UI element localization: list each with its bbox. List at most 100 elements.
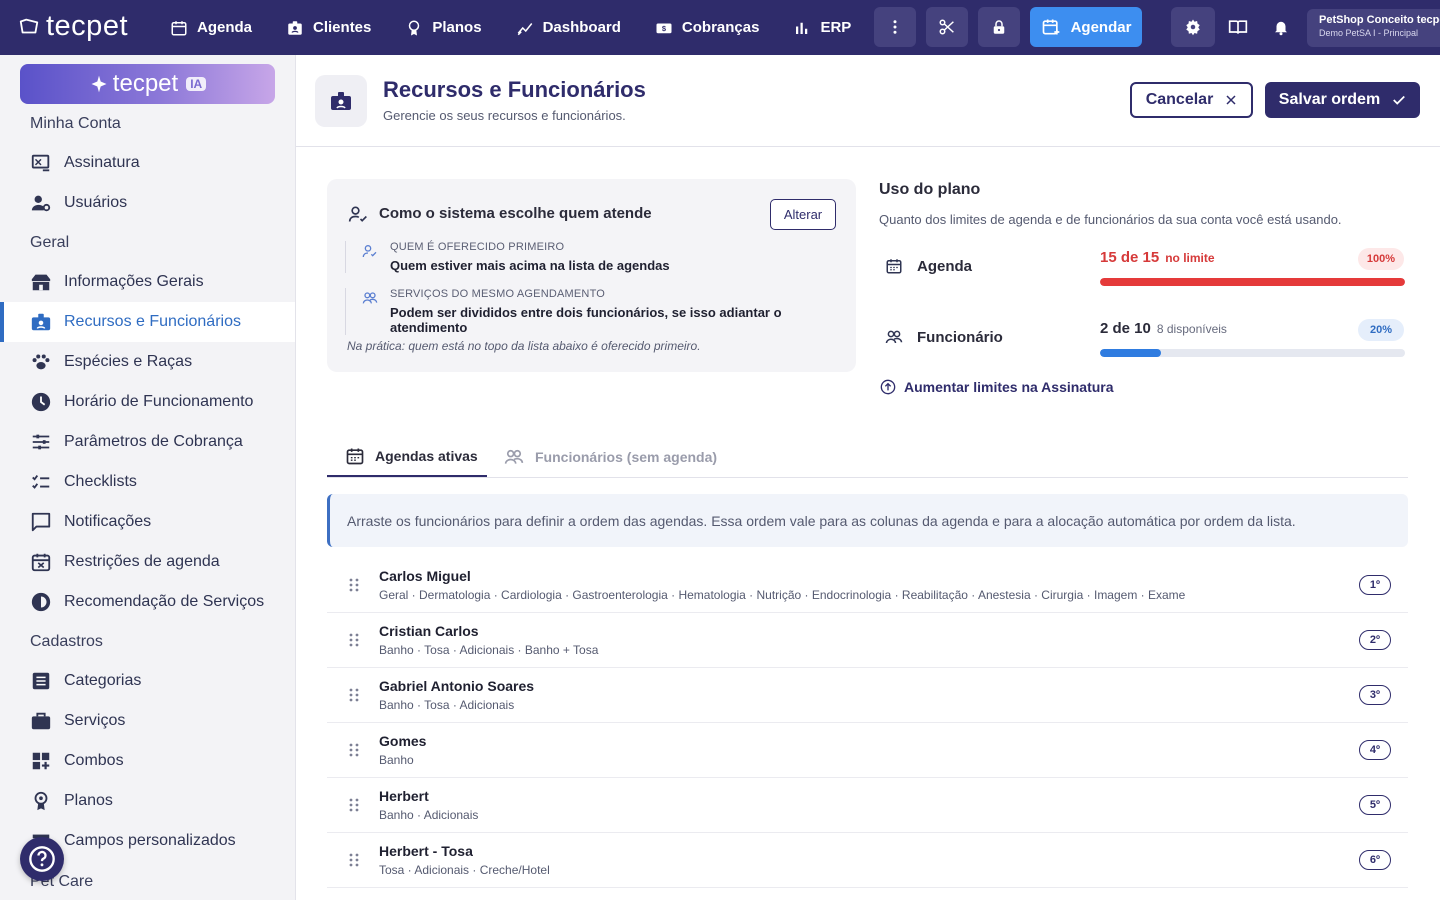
- calendar-add-icon: [1042, 19, 1059, 35]
- sidebar-item-checklists[interactable]: Checklists: [0, 462, 295, 502]
- agenda-note: no limite: [1165, 251, 1215, 265]
- agendar-button[interactable]: Agendar: [1030, 7, 1142, 47]
- sidebar-item-restricoes-agenda[interactable]: Restrições de agenda: [0, 542, 295, 582]
- sidebar-item-informacoes-gerais[interactable]: Informações Gerais: [0, 262, 295, 302]
- question-icon: [29, 846, 55, 872]
- agenda-order-list: Carlos Miguel Geral · Dermatologia · Card…: [327, 558, 1408, 888]
- tab-funcionarios-sem-agenda[interactable]: Funcionários (sem agenda): [503, 436, 733, 477]
- notifications-button[interactable]: [1269, 15, 1293, 39]
- more-options-button[interactable]: [874, 7, 916, 47]
- agenda-order-badge: 6º: [1359, 850, 1391, 870]
- sidebar-item-notificacoes[interactable]: Notificações: [0, 502, 295, 542]
- help-button[interactable]: [20, 837, 64, 881]
- save-order-button[interactable]: Salvar ordem: [1265, 82, 1420, 118]
- agenda-name: Herbert - Tosa: [379, 843, 473, 859]
- sidebar-item-assinatura[interactable]: Assinatura: [0, 143, 295, 183]
- agenda-row[interactable]: Carlos Miguel Geral · Dermatologia · Card…: [327, 558, 1408, 613]
- nav-planos[interactable]: Planos: [405, 0, 482, 55]
- list-icon: [32, 672, 50, 690]
- agenda-row[interactable]: Gomes Banho 4º: [327, 723, 1408, 778]
- cancel-button[interactable]: Cancelar: [1130, 82, 1253, 118]
- nav-erp[interactable]: ERP: [793, 0, 851, 55]
- sidebar-item-label: Recursos e Funcionários: [64, 313, 241, 330]
- sliders-icon: [32, 434, 50, 450]
- card-note: Na prática: quem está no topo da lista a…: [347, 339, 701, 353]
- sidebar-item-planos[interactable]: Planos: [0, 781, 295, 821]
- sidebar-item-combos[interactable]: Combos: [0, 741, 295, 781]
- tecpet-logo[interactable]: tecpet: [18, 10, 128, 43]
- ia-badge: IA: [186, 77, 207, 91]
- sidebar-item-servicos[interactable]: Serviços: [0, 701, 295, 741]
- agenda-order-badge: 3º: [1359, 685, 1391, 705]
- nav-agenda[interactable]: Agenda: [170, 0, 252, 55]
- agenda-row[interactable]: Herbert - Tosa Tosa · Adicionais · Creche…: [327, 833, 1408, 888]
- sidebar-item-label: Recomendação de Serviços: [64, 593, 265, 610]
- tab-label: Agendas ativas: [375, 447, 478, 464]
- drag-handle-icon[interactable]: [349, 853, 359, 867]
- calendar-icon: [886, 259, 902, 274]
- funcionario-percent-badge: 20%: [1358, 319, 1404, 341]
- tecpet-ia-banner[interactable]: tecpet IA: [20, 64, 275, 104]
- sidebar-item-usuarios[interactable]: Usuários: [0, 183, 295, 223]
- agenda-order-badge: 4º: [1359, 740, 1391, 760]
- settings-button[interactable]: [1171, 7, 1215, 47]
- card-title: Como o sistema escolhe quem atende: [379, 205, 652, 222]
- book-icon: [1228, 20, 1248, 34]
- agenda-row[interactable]: Herbert Banho · Adicionais 5º: [327, 778, 1408, 833]
- sidebar-item-categorias[interactable]: Categorias: [0, 661, 295, 701]
- drag-handle-icon[interactable]: [349, 688, 359, 702]
- funcionario-label: Funcionário: [917, 328, 1003, 346]
- agenda-usage-fill: [1100, 278, 1405, 286]
- drag-info-box: Arraste os funcionários para definir a o…: [327, 494, 1408, 547]
- checklist-icon: [32, 475, 50, 489]
- agenda-label: Agenda: [917, 257, 973, 275]
- agenda-services: Tosa · Adicionais · Creche/Hotel: [379, 863, 550, 877]
- users-icon: [504, 449, 524, 464]
- sidebar-item-label: Notificações: [64, 513, 152, 530]
- sidebar-item-parametros-cobranca[interactable]: Parâmetros de Cobrança: [0, 422, 295, 462]
- sidebar-item-especies-racas[interactable]: Espécies e Raças: [0, 342, 295, 382]
- agenda-services: Geral · Dermatologia · Cardiologia · Gas…: [379, 588, 1186, 602]
- sidebar-item-label: Planos: [64, 792, 113, 809]
- funcionario-usage-count: 2 de 10 8 disponíveis: [1100, 320, 1227, 337]
- grooming-button[interactable]: [926, 7, 968, 47]
- drag-handle-icon[interactable]: [349, 578, 359, 592]
- increase-limits-link[interactable]: Aumentar limites na Assinatura: [880, 379, 1114, 395]
- calendar-icon: [346, 448, 364, 464]
- settings-sidebar: tecpet IA Minha Conta Assinatura Usuário…: [0, 55, 296, 900]
- agenda-order-badge: 5º: [1359, 795, 1391, 815]
- agenda-row[interactable]: Gabriel Antonio Soares Banho · Tosa · Adi…: [327, 668, 1408, 723]
- funcionario-count: 2 de 10: [1100, 320, 1151, 337]
- sidebar-item-label: Espécies e Raças: [64, 353, 193, 370]
- agenda-services: Banho · Adicionais: [379, 808, 479, 822]
- sidebar-item-horario-funcionamento[interactable]: Horário de Funcionamento: [0, 382, 295, 422]
- agenda-usage-count: 15 de 15 no limite: [1100, 249, 1215, 266]
- nav-cobrancas[interactable]: $ Cobranças: [655, 0, 759, 55]
- section-minha-conta: Minha Conta: [30, 115, 121, 132]
- drag-handle-icon[interactable]: [349, 798, 359, 812]
- sidebar-item-label: Combos: [64, 752, 124, 769]
- account-subtitle: Demo PetSA I - Principal: [1319, 28, 1419, 38]
- nav-dashboard[interactable]: Dashboard: [516, 0, 621, 55]
- rule-value: Podem ser divididos entre dois funcionár…: [390, 305, 782, 335]
- drag-handle-icon[interactable]: [349, 743, 359, 757]
- sidebar-item-recursos-funcionarios[interactable]: Recursos e Funcionários: [0, 302, 295, 342]
- nav-planos-label: Planos: [432, 19, 482, 36]
- nav-clientes[interactable]: Clientes: [286, 0, 371, 55]
- funcionario-usage-label: Funcionário: [885, 328, 1003, 346]
- agenda-name: Carlos Miguel: [379, 568, 471, 584]
- lock-button[interactable]: [978, 7, 1020, 47]
- sidebar-item-recomendacao-servicos[interactable]: Recomendação de Serviços: [0, 582, 295, 622]
- account-switcher[interactable]: PetShop Conceito tecpet Demo PetSA I - P…: [1307, 9, 1440, 47]
- chart-line-icon: [517, 22, 532, 35]
- rule-label: SERVIÇOS DO MESMO AGENDAMENTO: [390, 288, 606, 300]
- nav-clientes-label: Clientes: [313, 19, 372, 36]
- help-book-button[interactable]: [1226, 15, 1250, 39]
- tab-agendas-ativas[interactable]: Agendas ativas: [327, 436, 487, 477]
- section-geral: Geral: [30, 234, 70, 251]
- change-rules-button[interactable]: Alterar: [770, 199, 836, 230]
- sidebar-item-label: Campos personalizados: [64, 832, 236, 849]
- users-icon: [885, 330, 903, 344]
- agenda-row[interactable]: Cristian Carlos Banho · Tosa · Adicionais…: [327, 613, 1408, 668]
- drag-handle-icon[interactable]: [349, 633, 359, 647]
